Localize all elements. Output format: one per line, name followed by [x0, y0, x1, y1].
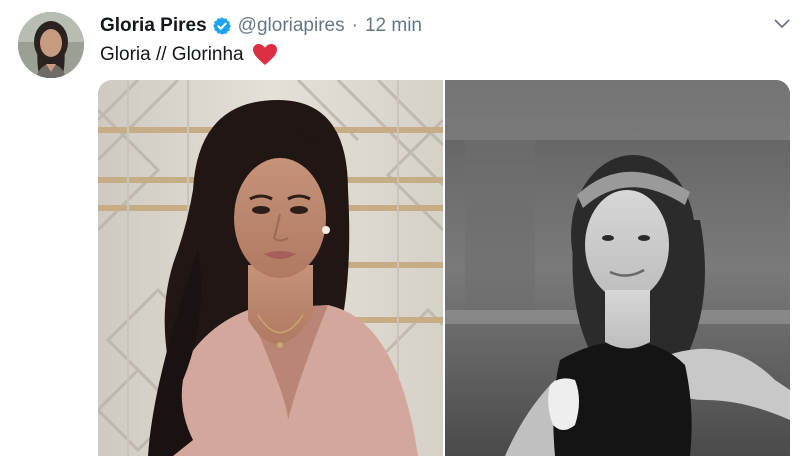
separator-dot: ·	[351, 15, 358, 36]
author-handle[interactable]: @gloriapires	[238, 15, 345, 37]
media-photo-1[interactable]	[98, 80, 443, 456]
chevron-down-icon[interactable]	[772, 14, 792, 34]
tweet-media[interactable]	[98, 80, 790, 456]
verified-badge-icon	[212, 16, 232, 36]
tweet-body: Gloria // Glorinha	[100, 44, 244, 65]
media-photo-2[interactable]	[445, 80, 790, 456]
avatar[interactable]	[18, 12, 84, 78]
tweet-timestamp[interactable]: 12 min	[365, 15, 422, 37]
childhood-photo-image	[445, 80, 790, 456]
tweet-text: Gloria // Glorinha	[100, 41, 278, 69]
heart-icon	[252, 43, 278, 67]
tweet-card[interactable]: Gloria Pires @gloriapires · 12 min Glori…	[0, 0, 810, 456]
avatar-image	[18, 12, 84, 78]
tweet-header: Gloria Pires @gloriapires · 12 min	[100, 13, 422, 39]
portrait-photo-image	[98, 80, 443, 456]
author-name[interactable]: Gloria Pires	[100, 15, 207, 37]
